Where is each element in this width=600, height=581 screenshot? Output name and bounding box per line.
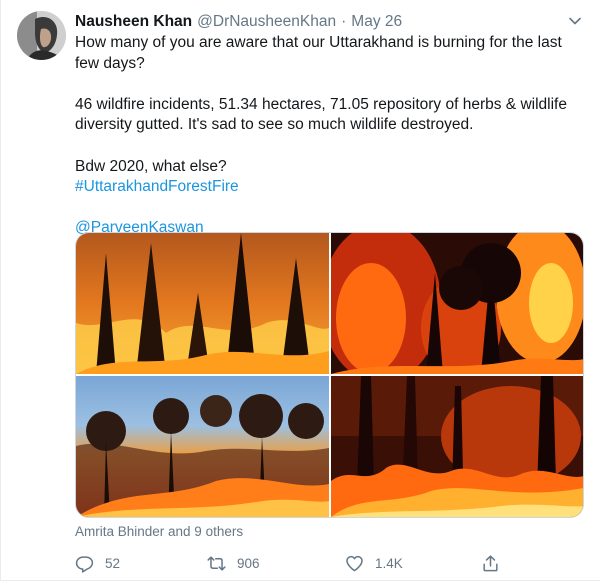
tweet-actions: 52 906 1.4K <box>75 551 505 575</box>
reply-button[interactable]: 52 <box>75 551 120 575</box>
tweet-line: diversity gutted. It's sad to see so muc… <box>75 116 474 134</box>
separator-dot: · <box>341 13 347 30</box>
reply-icon <box>75 555 94 573</box>
share-icon <box>483 554 498 571</box>
tweet-blank-line <box>75 198 585 219</box>
tweet-line: 46 wildfire incidents, 51.34 hectares, 7… <box>75 95 567 113</box>
author-handle[interactable]: @DrNausheenKhan <box>197 13 336 31</box>
tweet-card[interactable]: Nausheen Khan @DrNausheenKhan · May 26 H… <box>0 0 600 581</box>
tweet-text: How many of you are aware that our Uttar… <box>75 33 585 239</box>
tweet-date[interactable]: May 26 <box>351 13 402 31</box>
tweet-header: Nausheen Khan @DrNausheenKhan · May 26 <box>75 11 402 33</box>
media-grid <box>75 232 584 518</box>
tweet-blank-line <box>75 136 585 157</box>
tweet-line: few days? <box>75 54 145 72</box>
retweet-icon <box>207 555 226 571</box>
tweet-line: Bdw 2020, what else? <box>75 157 227 175</box>
liked-by[interactable]: Amrita Bhinder and 9 others <box>75 524 243 539</box>
photo-4[interactable] <box>331 376 583 517</box>
retweet-count: 906 <box>237 555 260 571</box>
reply-count: 52 <box>105 555 121 571</box>
hashtag-link[interactable]: #UttarakhandForestFire <box>75 178 239 195</box>
avatar-image <box>17 11 66 60</box>
retweet-button[interactable]: 906 <box>207 551 260 575</box>
tweet-line: How many of you are aware that our Uttar… <box>75 34 562 51</box>
like-count: 1.4K <box>375 555 403 571</box>
divider <box>0 0 1 581</box>
photo-3[interactable] <box>76 376 329 517</box>
tweet-blank-line <box>75 74 585 95</box>
photo-2[interactable] <box>331 233 583 374</box>
author-name[interactable]: Nausheen Khan <box>75 13 192 31</box>
photo-1[interactable] <box>76 233 329 374</box>
avatar[interactable] <box>17 11 66 60</box>
chevron-down-icon[interactable] <box>568 14 582 28</box>
heart-icon <box>346 555 363 571</box>
share-button[interactable] <box>481 551 511 575</box>
like-button[interactable]: 1.4K <box>345 551 403 575</box>
